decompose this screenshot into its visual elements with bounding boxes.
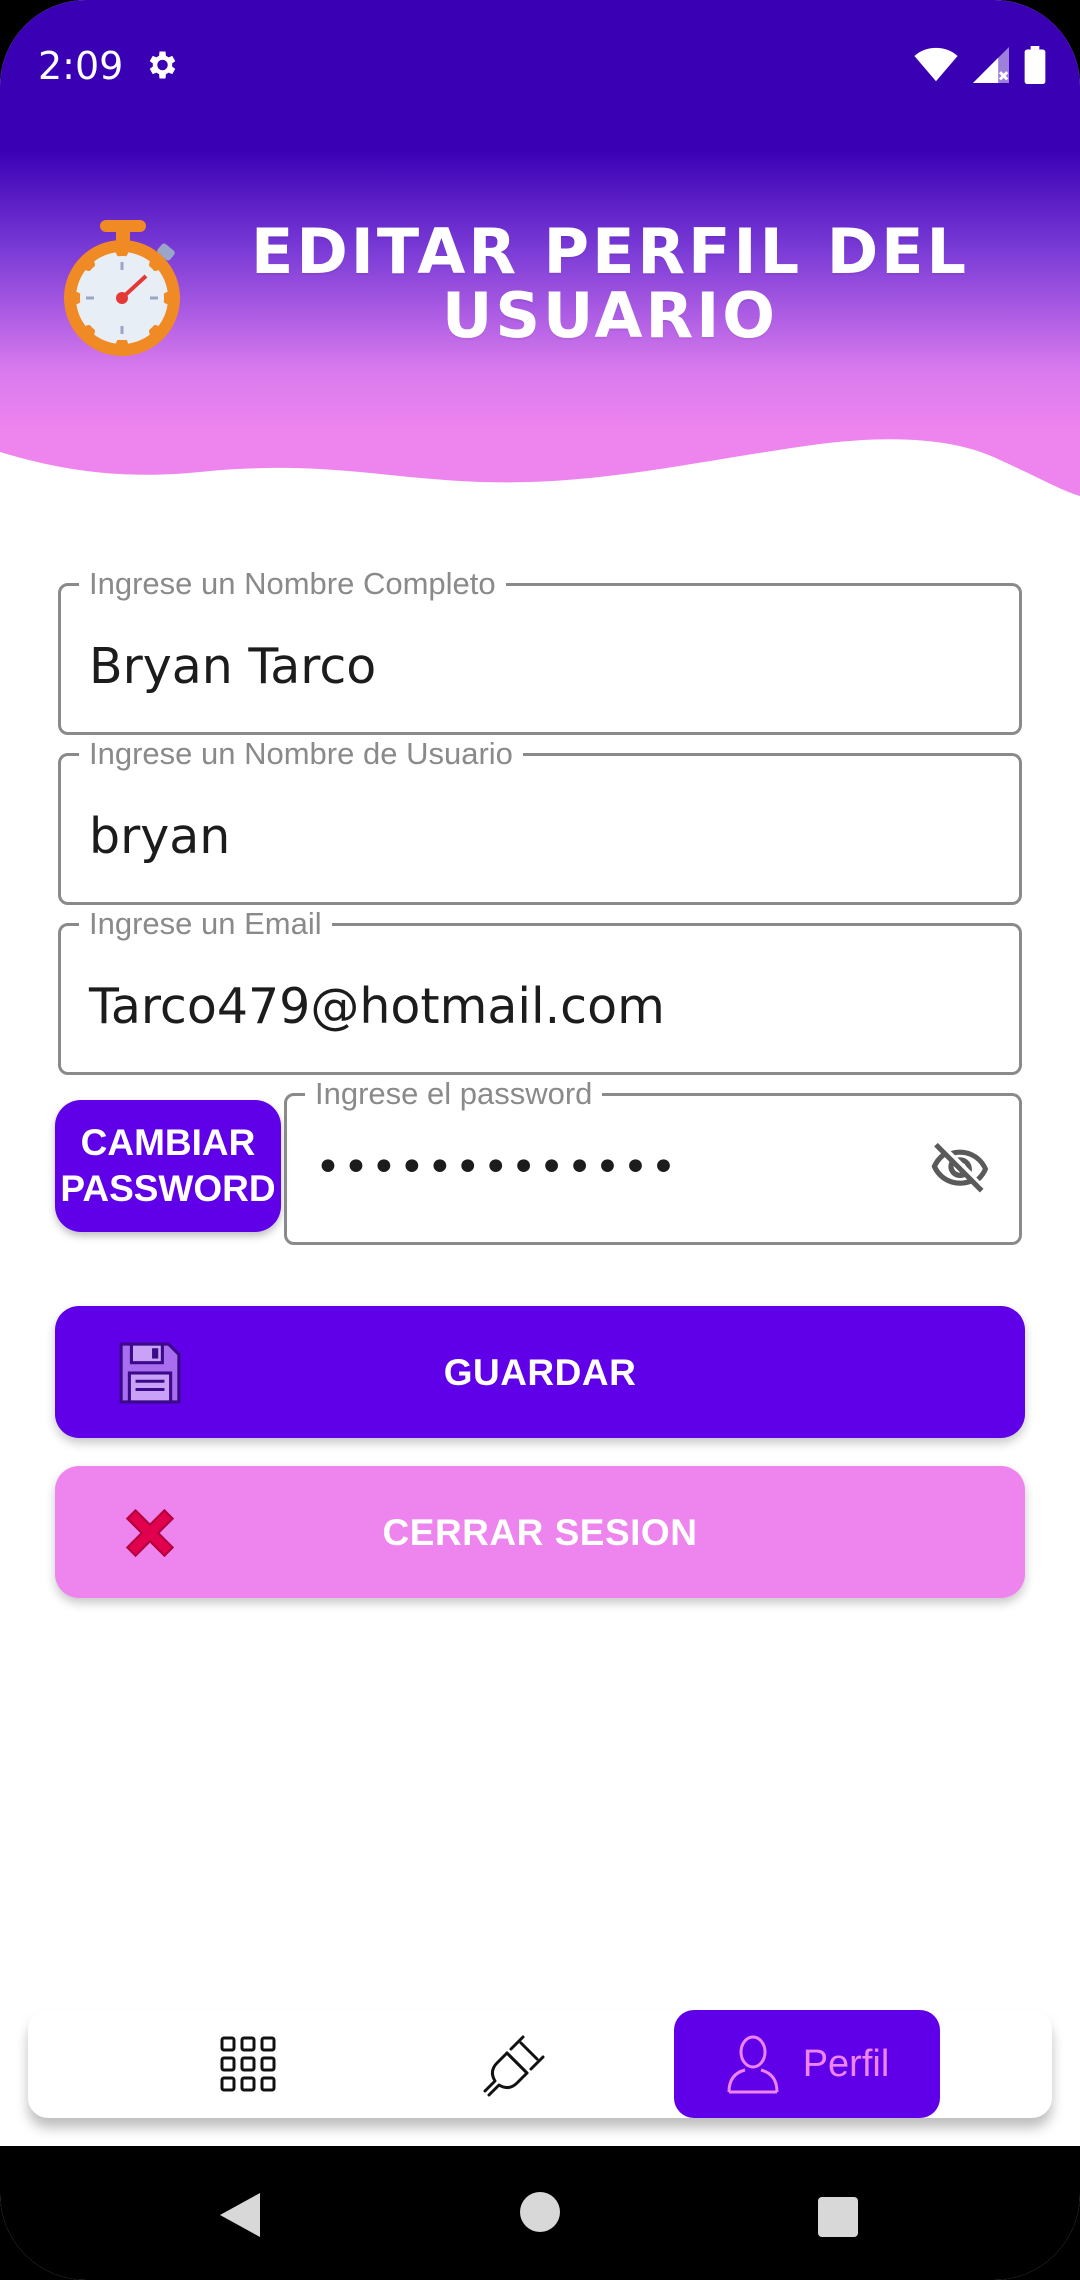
password-label: Ingrese el password <box>305 1076 603 1112</box>
grid-icon <box>220 2036 276 2092</box>
nav-item-connect[interactable] <box>428 2010 598 2118</box>
password-value[interactable]: ••••••••••••• <box>315 1142 678 1193</box>
logout-label: CERRAR SESION <box>382 1512 698 1553</box>
change-password-line1: CAMBIAR <box>80 1122 256 1163</box>
save-label: GUARDAR <box>443 1352 637 1393</box>
plug-icon <box>483 2035 545 2097</box>
full-name-field[interactable]: Ingrese un Nombre Completo Bryan Tarco <box>58 566 1022 735</box>
nav-profile-label: Perfil <box>802 2042 890 2085</box>
wifi-icon <box>914 47 958 82</box>
full-name-label: Ingrese un Nombre Completo <box>79 566 506 602</box>
eye-off-icon[interactable] <box>929 1138 991 1200</box>
change-password-line2: PASSWORD <box>60 1168 276 1209</box>
username-label: Ingrese un Nombre de Usuario <box>79 736 523 772</box>
recents-icon[interactable] <box>817 2196 859 2238</box>
settings-icon <box>149 51 176 79</box>
logout-button[interactable]: CERRAR SESION <box>55 1466 1025 1598</box>
stopwatch-icon <box>64 220 180 356</box>
header-wave <box>0 439 1080 520</box>
email-field[interactable]: Ingrese un Email Tarco479@hotmail.com <box>58 906 1022 1075</box>
email-label: Ingrese un Email <box>79 906 332 942</box>
page-title: EDITAR PERFIL DEL USUARIO <box>250 215 970 352</box>
bottom-navigation: Perfil <box>28 2010 1052 2118</box>
nav-item-profile[interactable]: Perfil <box>674 2010 940 2118</box>
back-icon[interactable] <box>216 2191 262 2239</box>
password-field[interactable]: Ingrese el password ••••••••••••• <box>284 1076 1022 1245</box>
home-icon[interactable] <box>519 2191 561 2233</box>
system-navigation-bar <box>0 2146 1080 2280</box>
change-password-button[interactable]: CAMBIAR PASSWORD <box>55 1100 281 1232</box>
nav-item-home[interactable] <box>183 2010 313 2118</box>
battery-icon <box>1024 46 1046 84</box>
user-icon <box>727 2035 779 2094</box>
username-value[interactable]: bryan <box>89 808 230 865</box>
signal-icon <box>973 47 1009 83</box>
username-field[interactable]: Ingrese un Nombre de Usuario bryan <box>58 736 1022 905</box>
status-time: 2:09 <box>38 44 124 88</box>
full-name-value[interactable]: Bryan Tarco <box>89 638 376 695</box>
status-bar: 2:09 <box>0 0 1080 130</box>
email-value[interactable]: Tarco479@hotmail.com <box>89 978 665 1035</box>
save-button[interactable]: GUARDAR <box>55 1306 1025 1438</box>
app-screen: 2:09 EDITAR PERFIL DEL USUARIO Ingrese u… <box>0 0 1080 2280</box>
